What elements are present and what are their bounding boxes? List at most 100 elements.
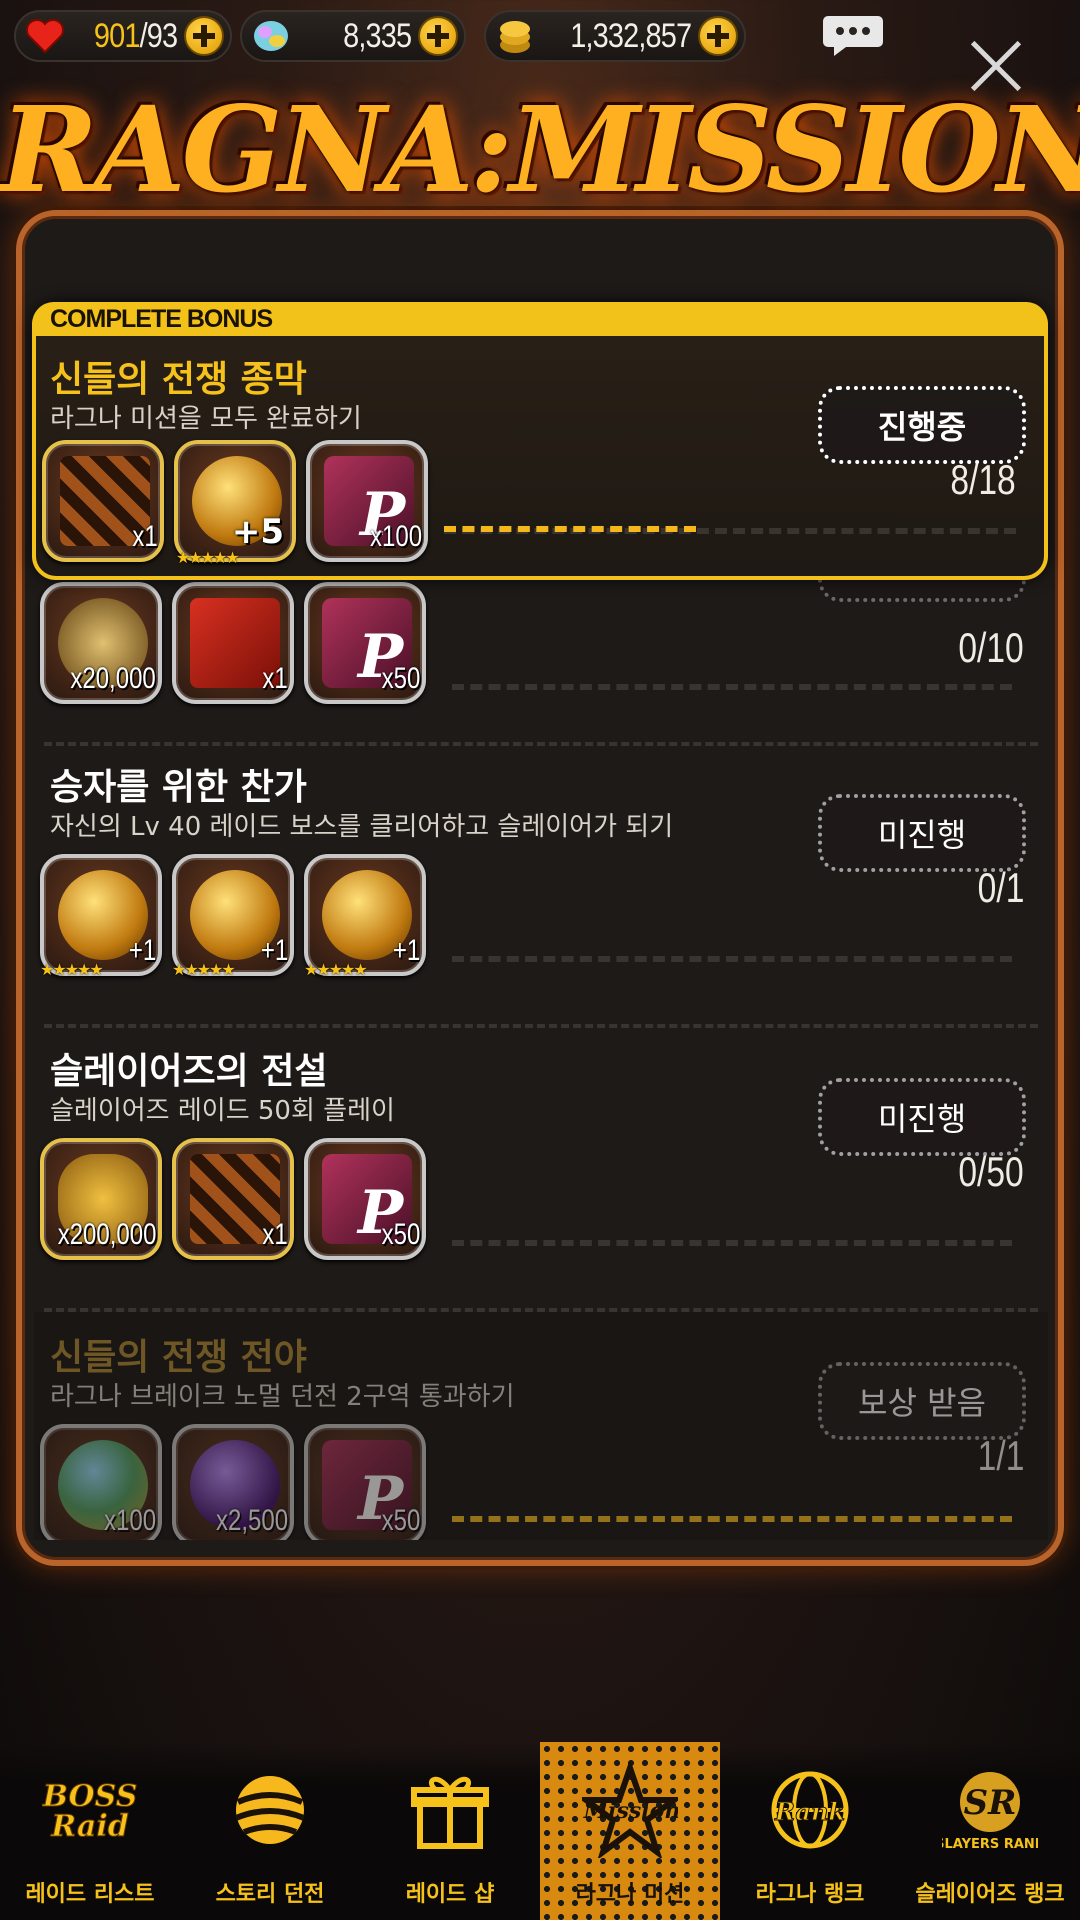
mission-row: 슬레이어즈의 전설 슬레이어즈 레이드 50회 플레이 미진행 0/50 x20… bbox=[34, 1042, 1048, 1312]
mission-count: 8/18 bbox=[950, 456, 1016, 503]
reward-ticket[interactable]: P x50 bbox=[304, 1424, 426, 1540]
reward-qty: x100 bbox=[369, 520, 422, 553]
mission-status-button[interactable]: 보상 받음 bbox=[818, 1362, 1026, 1440]
gift-icon bbox=[402, 1762, 498, 1858]
reward-gold-coins[interactable]: x200,000 bbox=[40, 1138, 162, 1260]
nav-raid-shop[interactable]: 레이드 샵 bbox=[360, 1742, 540, 1920]
nav-ragna-mission[interactable]: Mission 라그나 미션 bbox=[540, 1742, 720, 1920]
reward-qty: x20,000 bbox=[70, 662, 156, 695]
reward-qty: x50 bbox=[381, 1218, 420, 1251]
reward-purple-gem[interactable]: x2,500 bbox=[172, 1424, 294, 1540]
mission-desc: 자신의 Lv 40 레이드 보스를 클리어하고 슬레이어가 되기 bbox=[50, 812, 674, 842]
reward-qty: x200,000 bbox=[57, 1218, 156, 1251]
mission-progress-fill bbox=[444, 526, 696, 532]
mission-desc: 슬레이어즈 레이드 50회 플레이 bbox=[50, 1096, 395, 1126]
mission-star-icon: Mission bbox=[576, 1758, 684, 1860]
svg-text:Raid: Raid bbox=[50, 1809, 128, 1844]
nav-label: 스토리 던전 bbox=[215, 1882, 325, 1907]
bottom-nav: BOSS Raid 레이드 리스트 스토리 던전 레이드 샵 Mission 라그… bbox=[0, 1742, 1080, 1920]
mission-progress-bar bbox=[452, 682, 1012, 690]
hearts-value: 901/93 bbox=[93, 16, 178, 55]
globe-rank-icon: Rank bbox=[762, 1762, 858, 1858]
nav-raid-list[interactable]: BOSS Raid 레이드 리스트 bbox=[0, 1742, 180, 1920]
reward-qty: x1 bbox=[132, 520, 158, 553]
mission-count: 1/1 bbox=[977, 1432, 1024, 1479]
nav-label: 레이드 샵 bbox=[405, 1882, 495, 1907]
add-gems-button[interactable] bbox=[418, 16, 458, 56]
reward-qty: +1 bbox=[392, 934, 420, 967]
add-hearts-button[interactable] bbox=[184, 16, 224, 56]
reward-red-card[interactable]: x1 bbox=[172, 582, 294, 704]
gold-coin-icon bbox=[492, 13, 538, 59]
mission-list: 0/10 x20,000 x1 P x50 승자를 위한 찬가 자신의 Lv 4… bbox=[34, 570, 1048, 1540]
mission-count: 0/1 bbox=[977, 864, 1024, 911]
mission-status-button[interactable]: 진행중 bbox=[818, 386, 1026, 464]
reward-badge[interactable]: x20,000 bbox=[40, 582, 162, 704]
gold-value: 1,332,857 bbox=[570, 16, 692, 55]
nav-slayers-rank[interactable]: SR SLAYERS RANK 슬레이어즈 랭크 bbox=[900, 1742, 1080, 1920]
mission-desc: 라그나 브레이크 노멀 던전 2구역 통과하기 bbox=[50, 1382, 515, 1412]
reward-qty: +5 bbox=[231, 512, 284, 552]
gold-resource: 1,332,857 bbox=[484, 10, 746, 62]
hearts-resource: 901/93 bbox=[14, 10, 232, 62]
mission-count: 0/50 bbox=[958, 1148, 1024, 1195]
mission-title: 승자를 위한 찬가 bbox=[50, 767, 307, 808]
reward-qty: x100 bbox=[103, 1504, 156, 1537]
reward-weapon-orb[interactable]: +1 bbox=[40, 854, 162, 976]
slayers-rank-icon: SR SLAYERS RANK bbox=[935, 1762, 1046, 1858]
reward-weapon-orb[interactable]: +5 bbox=[174, 440, 296, 562]
nav-label: 라그나 랭크 bbox=[755, 1882, 865, 1907]
resource-bar: 901/93 8,335 1,332,857 bbox=[14, 10, 1066, 62]
reward-qty: x50 bbox=[381, 1504, 420, 1537]
reward-qty: x2,500 bbox=[215, 1504, 288, 1537]
nav-story-dungeon[interactable]: 스토리 던전 bbox=[180, 1742, 360, 1920]
mission-title: 신들의 전쟁 종막 bbox=[50, 359, 307, 400]
chat-icon[interactable] bbox=[822, 14, 884, 58]
nav-label: 슬레이어즈 랭크 bbox=[915, 1882, 1065, 1907]
reward-qty: x1 bbox=[262, 1218, 288, 1251]
gem-icon bbox=[248, 13, 294, 59]
mission-row: 0/10 x20,000 x1 P x50 bbox=[34, 570, 1048, 740]
divider bbox=[44, 1024, 1038, 1028]
mission-status-button[interactable]: 미진행 bbox=[818, 1078, 1026, 1156]
mission-progress-bar bbox=[452, 1514, 1012, 1522]
add-gold-button[interactable] bbox=[698, 16, 738, 56]
reward-stars: ★★★★★ bbox=[176, 548, 240, 567]
svg-text:Mission: Mission bbox=[583, 1798, 678, 1824]
reward-ticket[interactable]: P x100 bbox=[306, 440, 428, 562]
svg-text:SLAYERS RANK: SLAYERS RANK bbox=[942, 1837, 1038, 1852]
reward-amulet-orb[interactable]: +1 bbox=[304, 854, 426, 976]
mission-title: 신들의 전쟁 전야 bbox=[50, 1337, 307, 1378]
mission-status-button[interactable]: 미진행 bbox=[818, 794, 1026, 872]
mission-progress-bar bbox=[452, 1238, 1012, 1246]
reward-ticket[interactable]: P x50 bbox=[304, 1138, 426, 1260]
mission-count: 0/10 bbox=[958, 624, 1024, 671]
story-orb-icon bbox=[222, 1762, 318, 1858]
reward-ring-orb[interactable]: +1 bbox=[172, 854, 294, 976]
reward-qty: +1 bbox=[260, 934, 288, 967]
nav-ragna-rank[interactable]: Rank 라그나 랭크 bbox=[720, 1742, 900, 1920]
reward-qty: x1 bbox=[262, 662, 288, 695]
reward-qty: x50 bbox=[381, 662, 420, 695]
mission-row: 승자를 위한 찬가 자신의 Lv 40 레이드 보스를 클리어하고 슬레이어가 … bbox=[34, 758, 1048, 1028]
divider bbox=[44, 742, 1038, 746]
mission-title: 슬레이어즈의 전설 bbox=[50, 1051, 328, 1092]
gems-resource: 8,335 bbox=[240, 10, 466, 62]
mission-progress-bar bbox=[444, 526, 1016, 534]
reward-chest[interactable]: x1 bbox=[172, 1138, 294, 1260]
heart-icon bbox=[22, 13, 68, 59]
page-title: RAGNA:MISSION bbox=[0, 80, 1080, 219]
mission-progress-bar bbox=[452, 954, 1012, 962]
complete-bonus-header: COMPLETE BONUS bbox=[32, 302, 1048, 336]
reward-ticket[interactable]: P x50 bbox=[304, 582, 426, 704]
mission-row-completed: 신들의 전쟁 전야 라그나 브레이크 노멀 던전 2구역 통과하기 보상 받음 … bbox=[34, 1312, 1048, 1540]
mission-desc: 라그나 미션을 모두 완료하기 bbox=[50, 404, 362, 434]
reward-gem[interactable]: x100 bbox=[40, 1424, 162, 1540]
nav-label: 라그나 미션 bbox=[575, 1882, 685, 1907]
complete-bonus-card: COMPLETE BONUS 신들의 전쟁 종막 라그나 미션을 모두 완료하기… bbox=[32, 302, 1048, 580]
reward-chest[interactable]: x1 bbox=[42, 440, 164, 562]
nav-label: 레이드 리스트 bbox=[25, 1882, 155, 1907]
reward-qty: +1 bbox=[128, 934, 156, 967]
gems-value: 8,335 bbox=[343, 16, 412, 55]
boss-raid-icon: BOSS Raid bbox=[41, 1762, 138, 1858]
